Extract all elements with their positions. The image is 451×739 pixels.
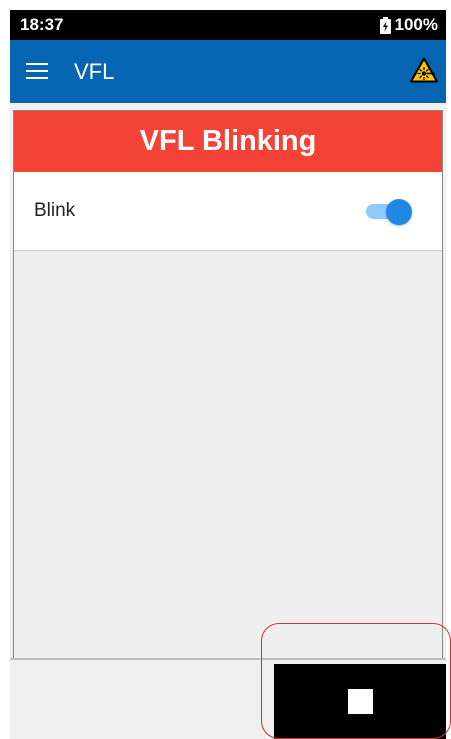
device-screen: 18:37 100% VFL VFL Blinking Blink [10,10,446,739]
battery-charging-icon [379,16,391,34]
blink-label: Blink [34,200,76,221]
app-bar: VFL [10,40,446,103]
toggle-thumb [386,199,412,225]
stop-icon [347,689,373,714]
vfl-status-banner: VFL Blinking [14,111,442,172]
status-time: 18:37 [20,15,64,34]
laser-warning-icon [410,57,438,83]
hamburger-menu-icon[interactable] [26,62,52,81]
settings-row-blink[interactable]: Blink [14,172,442,251]
battery-percentage: 100% [394,15,438,34]
bottom-divider [10,658,446,660]
app-title: VFL [74,58,115,84]
stop-button[interactable] [274,664,446,739]
status-right: 100% [379,15,438,35]
content-panel: VFL Blinking Blink [13,110,443,660]
status-bar: 18:37 100% [10,10,446,40]
blink-toggle[interactable] [366,198,412,225]
